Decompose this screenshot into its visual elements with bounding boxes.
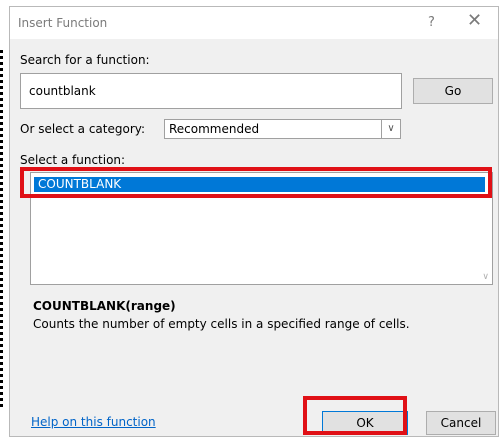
category-label: Or select a category:	[20, 122, 146, 136]
help-on-function-link[interactable]: Help on this function	[31, 415, 156, 429]
chevron-down-icon[interactable]: ∨	[381, 120, 400, 138]
decorative-border	[0, 50, 3, 410]
go-button[interactable]: Go	[413, 78, 493, 104]
scroll-down-icon[interactable]: ∨	[482, 272, 489, 282]
highlight-box-ok	[303, 396, 407, 435]
dialog-title: Insert Function	[18, 16, 108, 30]
title-bar: Insert Function ? ✕	[10, 7, 498, 39]
close-icon[interactable]: ✕	[467, 12, 482, 30]
search-input[interactable]	[20, 73, 402, 109]
cancel-button[interactable]: Cancel	[426, 411, 496, 435]
function-label: Select a function:	[20, 153, 126, 167]
category-select[interactable]: Recommended ∨	[164, 119, 401, 139]
function-syntax: COUNTBLANK(range)	[33, 299, 176, 313]
function-description: Counts the number of empty cells in a sp…	[33, 317, 410, 331]
insert-function-dialog: Insert Function ? ✕ Search for a functio…	[9, 6, 499, 437]
category-value: Recommended	[169, 122, 260, 136]
help-question-icon[interactable]: ?	[428, 15, 435, 30]
search-label: Search for a function:	[20, 53, 150, 67]
highlight-box-function	[20, 167, 492, 198]
